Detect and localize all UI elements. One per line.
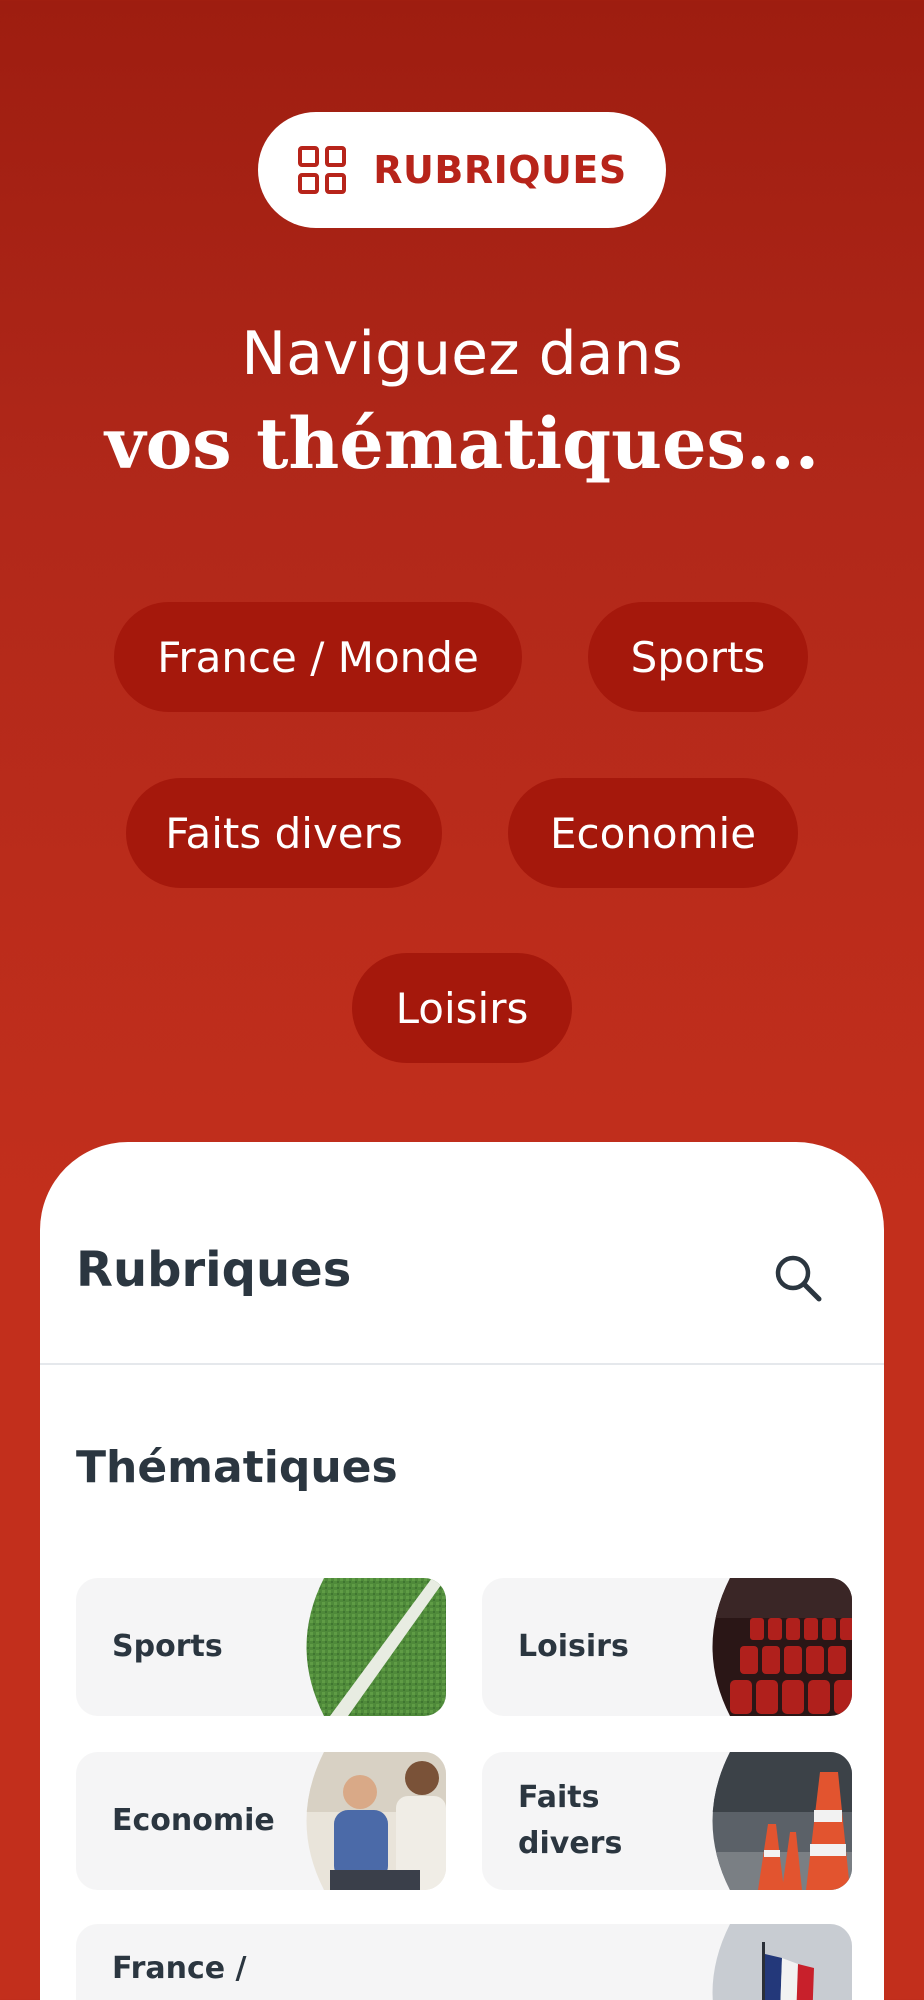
tile-label: Loisirs bbox=[518, 1629, 629, 1664]
theater-seats-image bbox=[710, 1578, 852, 1716]
rubriques-pill-button[interactable]: RUBRIQUES bbox=[258, 112, 666, 228]
search-button[interactable] bbox=[762, 1244, 834, 1316]
card-title: Rubriques bbox=[76, 1242, 352, 1298]
rubriques-card: Rubriques Thématiques Sports Loisirs Eco… bbox=[40, 1142, 884, 2000]
chip-sports[interactable]: Sports bbox=[588, 602, 808, 712]
rubriques-pill-label: RUBRIQUES bbox=[373, 148, 627, 192]
tile-sports[interactable]: Sports bbox=[76, 1578, 446, 1716]
tile-label: Sports bbox=[112, 1629, 223, 1664]
section-title: Thématiques bbox=[76, 1442, 398, 1493]
chip-faits-divers[interactable]: Faits divers bbox=[126, 778, 442, 888]
tile-loisirs[interactable]: Loisirs bbox=[482, 1578, 852, 1716]
tile-label: Faits divers bbox=[518, 1780, 623, 1861]
tile-faits-divers[interactable]: Faits divers bbox=[482, 1752, 852, 1890]
headline-line-2: vos thématiques... bbox=[104, 402, 820, 485]
french-flag-image bbox=[710, 1924, 852, 2000]
business-meeting-image bbox=[304, 1752, 446, 1890]
chip-loisirs[interactable]: Loisirs bbox=[352, 953, 572, 1063]
chip-economie[interactable]: Economie bbox=[508, 778, 798, 888]
grass-field-image bbox=[304, 1578, 446, 1716]
tile-economie[interactable]: Economie bbox=[76, 1752, 446, 1890]
traffic-cones-image bbox=[710, 1752, 852, 1890]
chip-france-monde[interactable]: France / Monde bbox=[114, 602, 522, 712]
tile-france-monde[interactable]: France / bbox=[76, 1924, 852, 2000]
header-divider bbox=[40, 1363, 884, 1365]
grid-icon bbox=[297, 145, 347, 195]
tile-label: Economie bbox=[112, 1803, 275, 1838]
search-icon bbox=[772, 1252, 824, 1309]
headline-line-1: Naviguez dans bbox=[241, 319, 683, 389]
tile-label: France / bbox=[112, 1951, 247, 1986]
